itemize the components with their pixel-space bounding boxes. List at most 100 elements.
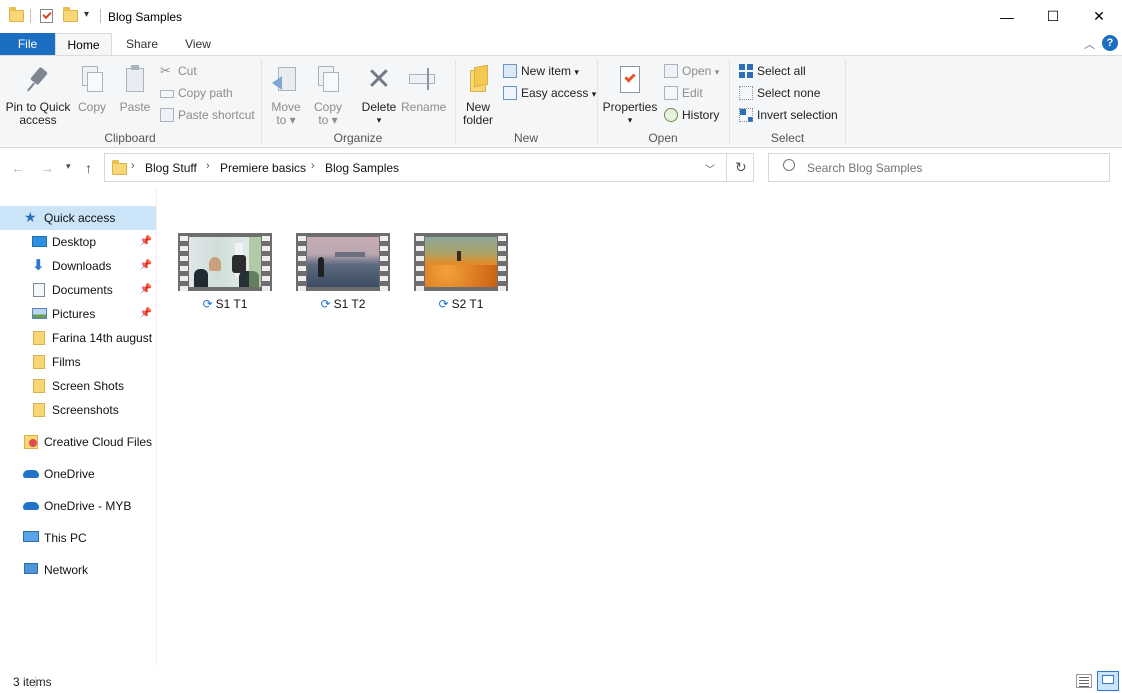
collapse-ribbon-icon[interactable]: ︿ (1084, 36, 1095, 52)
close-button[interactable]: ✕ (1076, 0, 1122, 33)
scissors-icon: ✂ (160, 63, 171, 78)
minimize-button[interactable]: — (984, 0, 1030, 33)
navigation-row: ← → ▾ ↑ › Blog Stuff › Premiere basics ›… (0, 148, 1122, 188)
open-button[interactable]: Open ▾ (664, 61, 719, 81)
tab-share[interactable]: Share (112, 33, 172, 56)
forward-button[interactable]: → (40, 160, 54, 176)
desktop-icon (32, 236, 47, 247)
copy-button[interactable]: Copy (74, 64, 110, 114)
nav-item-desktop[interactable]: Desktop 📌 (0, 230, 156, 254)
rename-button[interactable]: Rename (401, 64, 447, 114)
help-icon[interactable]: ? (1102, 35, 1118, 51)
breadcrumb-separator[interactable]: › (311, 160, 315, 172)
nav-label: Farina 14th august 2 (52, 331, 156, 345)
customize-qat-icon[interactable]: ▾ (84, 9, 89, 20)
properties-dropdown-icon[interactable]: ▾ (602, 114, 658, 127)
paste-shortcut-button[interactable]: Paste shortcut (160, 105, 255, 125)
address-bar[interactable]: › Blog Stuff › Premiere basics › Blog Sa… (104, 153, 754, 182)
nav-label: Screen Shots (52, 379, 125, 393)
easy-access-button[interactable]: Easy access ▾ (503, 83, 596, 103)
rename-label: Rename (401, 100, 447, 114)
tab-view[interactable]: View (172, 33, 224, 56)
move-to-icon (270, 64, 302, 96)
nav-item-folder[interactable]: Farina 14th august 2 (0, 326, 156, 350)
tab-file[interactable]: File (0, 33, 55, 56)
easy-access-icon (503, 86, 517, 100)
file-tile[interactable]: ⟳ S1 T2 (296, 233, 390, 311)
select-group-label: Select (770, 131, 805, 145)
folder-icon (112, 160, 127, 175)
cut-label: Cut (178, 64, 197, 78)
invert-selection-label: Invert selection (757, 108, 838, 122)
select-all-button[interactable]: Select all (739, 61, 806, 81)
breadcrumb-item[interactable]: Blog Stuff (145, 161, 197, 175)
edit-icon (664, 86, 678, 100)
nav-label: Network (44, 563, 89, 577)
divider (845, 60, 846, 144)
nav-label: Pictures (52, 307, 96, 321)
recent-locations-icon[interactable]: ▾ (66, 161, 71, 172)
new-item-button[interactable]: New item ▾ (503, 61, 579, 81)
invert-selection-button[interactable]: Invert selection (739, 105, 838, 125)
history-button[interactable]: History (664, 105, 719, 125)
copy-path-label: Copy path (178, 86, 233, 100)
nav-item-folder[interactable]: Films (0, 350, 156, 374)
delete-x-icon: ✕ (366, 63, 392, 96)
copy-path-button[interactable]: Copy path (160, 83, 233, 103)
cut-button[interactable]: ✂ Cut (160, 61, 197, 81)
pin-icon (22, 64, 54, 96)
new-folder-label-2: folder (462, 113, 494, 127)
refresh-icon[interactable]: ↻ (735, 159, 747, 176)
copy-to-button[interactable]: Copy to ▾ (310, 64, 346, 127)
pin-icon: 📌 (139, 260, 152, 271)
search-input[interactable] (807, 159, 1097, 177)
properties-quick-icon[interactable] (40, 9, 53, 23)
back-button[interactable]: ← (11, 160, 25, 176)
tab-home[interactable]: Home (55, 33, 112, 56)
pin-icon: 📌 (139, 236, 152, 247)
edit-button[interactable]: Edit (664, 83, 703, 103)
file-tile[interactable]: ⟳ S2 T1 (414, 233, 508, 311)
properties-button[interactable]: Properties ▾ (602, 64, 658, 127)
search-box[interactable] (768, 153, 1110, 182)
nav-item-this-pc[interactable]: This PC (0, 526, 156, 550)
nav-item-quick-access[interactable]: ★ Quick access (0, 206, 156, 230)
nav-item-onedrive[interactable]: OneDrive (0, 462, 156, 486)
file-tile[interactable]: ⟳ S1 T1 (178, 233, 272, 311)
nav-item-folder[interactable]: Screen Shots (0, 374, 156, 398)
nav-label: Films (52, 355, 81, 369)
nav-label: Desktop (52, 235, 97, 249)
paste-button[interactable]: Paste (114, 64, 156, 114)
nav-item-creative-cloud[interactable]: Creative Cloud Files (0, 430, 156, 454)
pin-icon: 📌 (139, 308, 152, 319)
select-none-button[interactable]: Select none (739, 83, 820, 103)
nav-item-pictures[interactable]: Pictures 📌 (0, 302, 156, 326)
star-icon: ★ (24, 209, 37, 225)
breadcrumb-separator[interactable]: › (131, 160, 135, 172)
move-to-button[interactable]: Move to ▾ (268, 64, 304, 127)
file-list[interactable]: ⟳ S1 T1 ⟳ S1 T2 ⟳ S2 T1 (157, 188, 1122, 665)
new-folder-button[interactable]: New folder (458, 64, 498, 127)
maximize-button[interactable]: ☐ (1030, 0, 1076, 33)
copy-to-icon (312, 64, 344, 96)
new-folder-quick-icon[interactable] (63, 7, 78, 22)
file-name: ⟳ S1 T2 (320, 297, 366, 311)
nav-item-folder[interactable]: Screenshots (0, 398, 156, 422)
delete-button[interactable]: ✕ Delete ▾ (358, 64, 400, 127)
copy-icon (76, 64, 108, 96)
delete-dropdown-icon[interactable]: ▾ (358, 114, 400, 127)
large-icons-view-icon[interactable] (1097, 671, 1119, 691)
nav-item-onedrive-myb[interactable]: OneDrive - MYB (0, 494, 156, 518)
delete-label: Delete (361, 100, 397, 114)
breadcrumb-item[interactable]: Blog Samples (325, 161, 399, 175)
breadcrumb-item[interactable]: Premiere basics (220, 161, 306, 175)
nav-item-downloads[interactable]: ⬇ Downloads 📌 (0, 254, 156, 278)
nav-item-documents[interactable]: Documents 📌 (0, 278, 156, 302)
details-view-icon[interactable] (1076, 674, 1092, 688)
address-dropdown-icon[interactable]: ﹀ (705, 161, 715, 176)
breadcrumb-separator[interactable]: › (206, 160, 210, 172)
pin-to-quick-access-button[interactable]: Pin to Quick access (4, 64, 72, 127)
nav-item-network[interactable]: Network (0, 558, 156, 582)
up-button[interactable]: ↑ (85, 160, 92, 176)
open-label: Open (682, 64, 712, 78)
